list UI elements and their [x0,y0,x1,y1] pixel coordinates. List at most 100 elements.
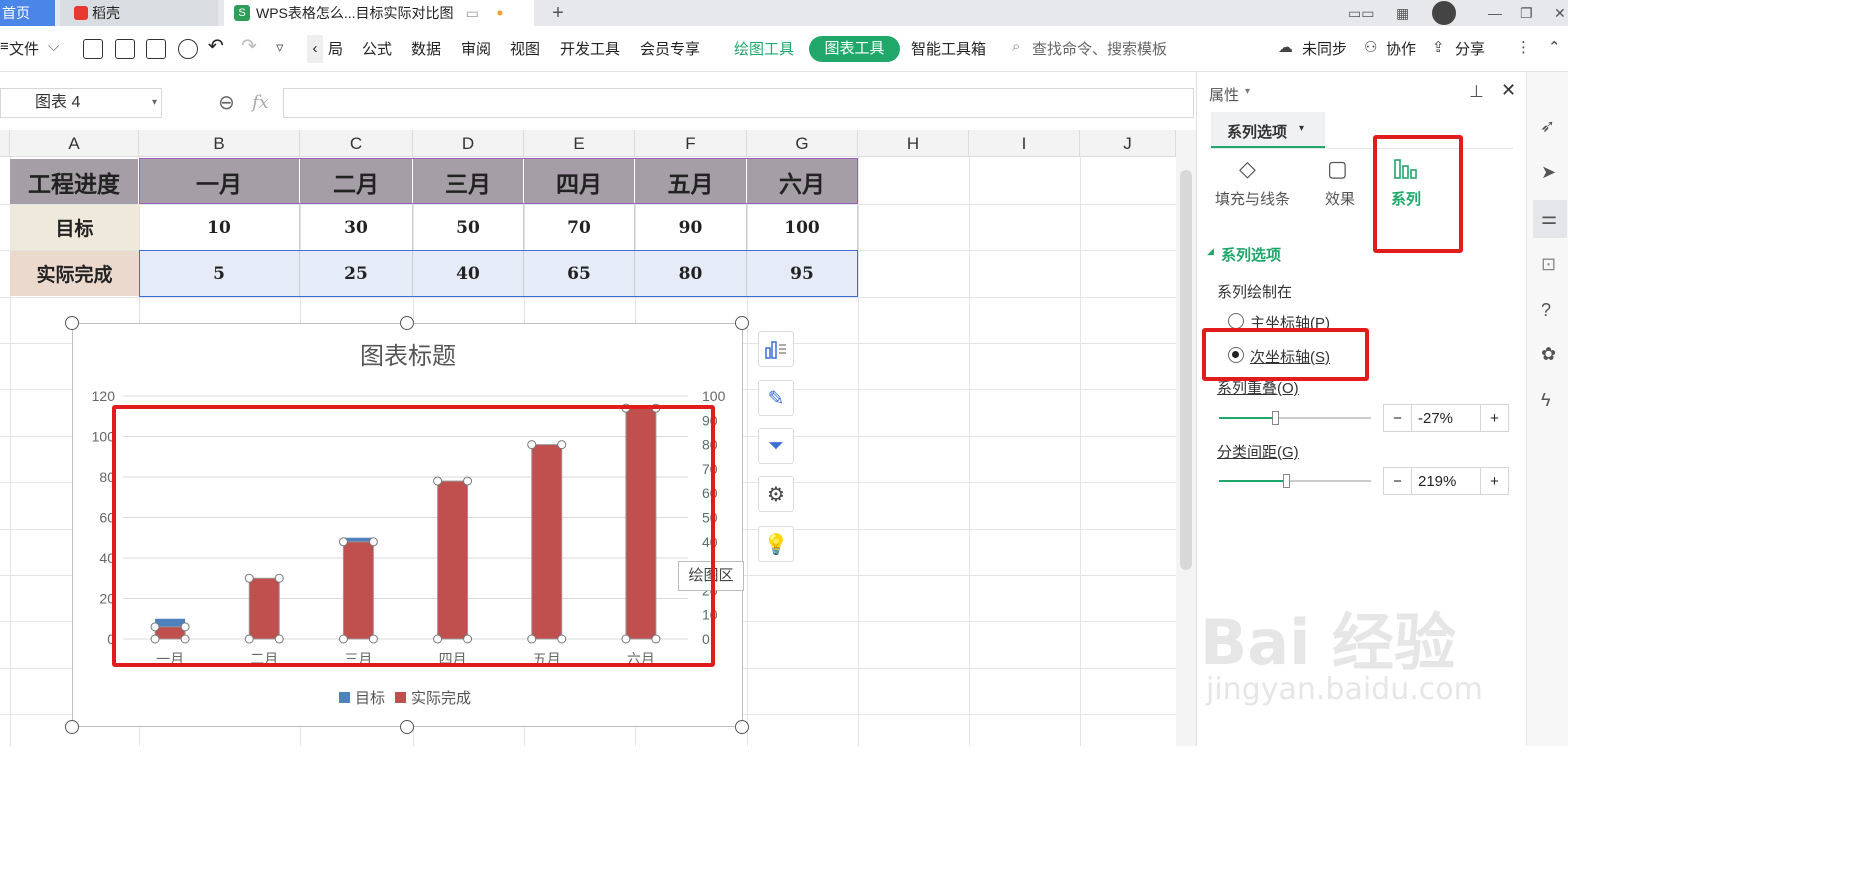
select-all-corner[interactable] [0,130,10,157]
vertical-scrollbar[interactable] [1176,130,1196,746]
column-header-c[interactable]: C [300,130,413,157]
column-header-a[interactable]: A [10,130,139,157]
redo-icon[interactable]: ↷ [241,35,257,58]
tab-current-document[interactable]: S WPS表格怎么...目标实际对比图 ▭ • [224,0,534,26]
header-cell-month[interactable]: 四月 [524,159,635,204]
restore-icon[interactable]: ❐ [1520,0,1533,26]
minimize-icon[interactable]: — [1488,0,1502,26]
rocket-icon[interactable]: ➶ [1540,116,1555,137]
column-header-i[interactable]: I [969,130,1080,157]
panel-title[interactable]: 属性 [1209,84,1239,105]
zoom-search-icon[interactable]: ⊖ [218,90,235,115]
chevron-down-icon[interactable]: ⌵ [48,38,59,55]
file-menu[interactable]: 文件 [9,38,39,59]
chart-elements-button[interactable] [758,331,794,367]
more-quick-access-icon[interactable]: ▿ [276,38,284,56]
help-icon[interactable]: ? [1541,300,1551,321]
column-header-b[interactable]: B [139,130,300,157]
beautify-icon[interactable]: ✿ [1541,344,1556,365]
resize-handle[interactable] [400,316,414,330]
resize-handle[interactable] [65,316,79,330]
menu-developer[interactable]: 开发工具 [560,38,620,59]
close-panel-icon[interactable]: ✕ [1501,80,1516,101]
save-icon[interactable] [83,39,103,59]
series-options-tab[interactable]: 系列选项 ▾ [1211,112,1325,148]
header-cell-month[interactable]: 六月 [747,159,858,204]
resize-handle[interactable] [735,316,749,330]
chart-ai-button[interactable]: 💡 [758,526,794,562]
series-overlap-value[interactable]: -27% [1412,405,1480,431]
row-label-target[interactable]: 目标 [10,205,139,250]
header-cell-month[interactable]: 一月 [139,159,300,204]
actual-value-cell[interactable]: 5 [139,251,300,296]
increment-button[interactable]: + [1480,468,1508,494]
grid-apps-icon[interactable]: ▦ [1396,0,1409,26]
menu-member[interactable]: 会员专享 [640,38,700,59]
actual-value-cell[interactable]: 65 [524,251,635,296]
increment-button[interactable]: + [1480,405,1508,431]
legend-label[interactable]: 实际完成 [411,690,471,707]
new-tab-button[interactable]: + [546,0,570,26]
actual-value-cell[interactable]: 40 [413,251,524,296]
menu-view[interactable]: 视图 [510,38,540,59]
ribbon-scroll-left-icon[interactable]: ‹ [307,35,323,63]
decrement-button[interactable]: − [1384,405,1412,431]
column-header-e[interactable]: E [524,130,635,157]
pin-icon[interactable]: ⊥ [1469,82,1484,102]
collapse-triangle-icon[interactable]: ◢ [1207,246,1214,257]
column-header-f[interactable]: F [635,130,747,157]
slider-knob[interactable] [1282,474,1290,488]
menu-chart-tools[interactable]: 图表工具 [809,36,900,62]
resize-handle[interactable] [735,720,749,734]
undo-icon[interactable]: ↶ [208,35,224,58]
column-header-d[interactable]: D [413,130,524,157]
column-header-g[interactable]: G [747,130,858,157]
gap-width-value[interactable]: 219% [1412,468,1480,494]
collapse-ribbon-icon[interactable]: ⌃ [1548,38,1561,56]
print-icon[interactable] [146,39,166,59]
section-series-options[interactable]: 系列选项 [1221,244,1281,265]
slider-knob[interactable] [1272,411,1280,425]
layout-icon[interactable]: ▭▭ [1348,0,1374,26]
gap-width-stepper[interactable]: − 219% + [1383,467,1509,495]
target-value-cell[interactable]: 30 [300,205,413,250]
series-overlap-slider[interactable] [1219,411,1371,425]
column-header-j[interactable]: J [1080,130,1176,157]
chart-filter-button[interactable]: ⏷ [758,428,794,464]
actual-value-cell[interactable]: 80 [635,251,747,296]
chart-style-button[interactable]: ✎ [758,380,794,416]
menu-draw-tools[interactable]: 绘图工具 [734,38,794,59]
more-vertical-icon[interactable]: ⋮ [1516,38,1531,56]
command-search-input[interactable]: 查找命令、搜索模板 [1032,38,1167,59]
target-value-cell[interactable]: 50 [413,205,524,250]
target-value-cell[interactable]: 100 [747,205,858,250]
header-cell-progress[interactable]: 工程进度 [10,159,139,204]
menu-smart-tools[interactable]: 智能工具箱 [911,38,986,59]
scroll-thumb[interactable] [1180,170,1192,570]
row-label-actual[interactable]: 实际完成 [10,251,139,296]
target-value-cell[interactable]: 10 [139,205,300,250]
header-cell-month[interactable]: 三月 [413,159,524,204]
cursor-select-icon[interactable]: ➤ [1541,162,1556,183]
actual-value-cell[interactable]: 25 [300,251,413,296]
menu-icon[interactable]: ≡ [0,38,9,55]
user-avatar[interactable] [1432,0,1456,26]
share-button[interactable]: 分享 [1455,38,1485,59]
tab-daoke[interactable]: 稻壳 [60,0,218,26]
collab-button[interactable]: 协作 [1386,38,1416,59]
gap-width-slider[interactable] [1219,474,1371,488]
header-cell-month[interactable]: 五月 [635,159,747,204]
properties-toggle[interactable]: ⚌ [1533,200,1567,238]
decrement-button[interactable]: − [1384,468,1412,494]
layout-icon[interactable]: ⊡ [1541,254,1556,275]
actual-value-cell[interactable]: 95 [747,251,858,296]
menu-data[interactable]: 数据 [411,38,441,59]
menu-layout[interactable]: 局 [328,38,343,59]
tab-fill-line[interactable]: ◇ 填充与线条 [1211,156,1293,210]
resize-handle[interactable] [400,720,414,734]
lightning-icon[interactable]: ϟ [1541,390,1551,411]
chart-settings-button[interactable]: ⚙ [758,476,794,512]
target-value-cell[interactable]: 90 [635,205,747,250]
name-box[interactable]: 图表 4 ▾ [0,88,162,118]
menu-formula[interactable]: 公式 [362,38,392,59]
